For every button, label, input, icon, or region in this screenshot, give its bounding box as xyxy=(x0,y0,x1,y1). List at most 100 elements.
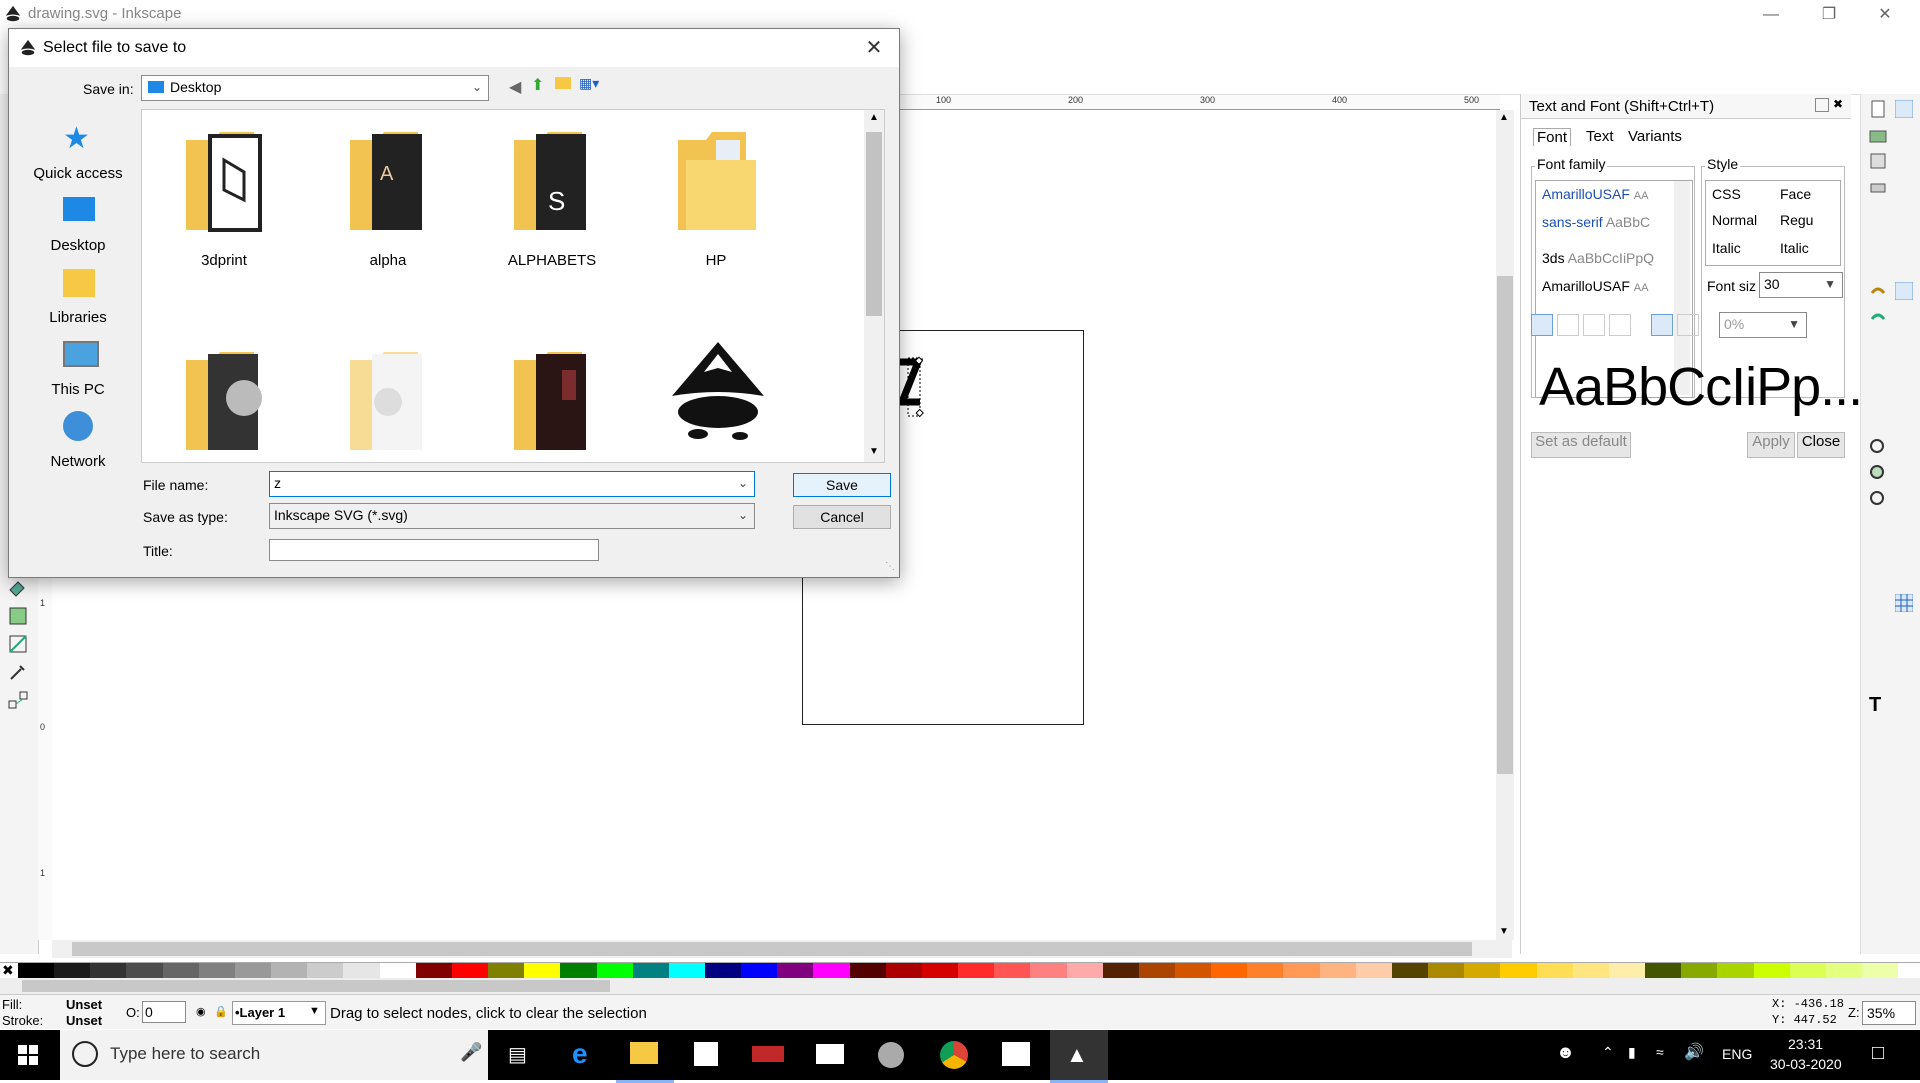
font-family-item[interactable]: sans-serif AaBbC xyxy=(1542,209,1650,235)
folder-item[interactable]: A alpha xyxy=(318,120,458,290)
palette-swatch[interactable] xyxy=(162,963,199,979)
palette-swatch[interactable] xyxy=(1608,963,1646,979)
file-list[interactable]: 3dprint A alpha S ALPHABETS HP ▲ ▼ xyxy=(141,109,885,463)
text-tool-icon[interactable]: T xyxy=(1869,694,1881,717)
taskbar-file-explorer[interactable] xyxy=(616,1030,674,1083)
battery-icon[interactable]: ▮ xyxy=(1628,1044,1636,1061)
palette-swatch[interactable] xyxy=(596,963,633,979)
taskbar-search-box[interactable]: Type here to search 🎤 xyxy=(60,1030,488,1080)
palette-swatch[interactable] xyxy=(90,963,127,979)
scroll-down-icon[interactable]: ▼ xyxy=(1499,926,1509,937)
scroll-up-icon[interactable]: ▲ xyxy=(1499,112,1509,123)
notifications-icon[interactable]: □ xyxy=(1872,1042,1884,1065)
clock-date[interactable]: 30-03-2020 xyxy=(1770,1056,1842,1072)
title-input[interactable] xyxy=(269,539,599,561)
palette-swatch[interactable] xyxy=(560,963,597,979)
undo-icon[interactable] xyxy=(1869,284,1887,302)
save-button[interactable]: Save xyxy=(793,473,891,497)
fill-value[interactable]: Unset xyxy=(66,997,102,1012)
zoom-drawing-icon[interactable] xyxy=(1869,464,1887,482)
palette-swatch[interactable] xyxy=(1138,963,1175,979)
palette-swatch[interactable] xyxy=(451,963,489,979)
palette-swatch[interactable] xyxy=(668,963,705,979)
scrollbar-thumb[interactable] xyxy=(1497,276,1513,774)
tab-variants[interactable]: Variants xyxy=(1625,128,1685,145)
open-folder-icon[interactable] xyxy=(1869,126,1887,144)
palette-swatch[interactable] xyxy=(1572,963,1609,979)
chevron-up-icon[interactable]: ⌃ xyxy=(1602,1044,1614,1061)
zoom-page-icon[interactable] xyxy=(1869,490,1887,508)
taskbar-chrome[interactable] xyxy=(926,1030,984,1080)
palette-swatch[interactable] xyxy=(1355,963,1392,979)
taskbar-photos[interactable] xyxy=(988,1030,1046,1080)
new-document-icon[interactable] xyxy=(1869,100,1887,118)
file-name-value[interactable]: z xyxy=(274,475,281,491)
view-menu-icon[interactable]: ▦▾ xyxy=(579,75,599,92)
canvas-vertical-scrollbar[interactable]: ▲ ▼ xyxy=(1496,110,1514,940)
horizontal-text-icon[interactable] xyxy=(1651,314,1673,336)
language-indicator[interactable]: ENG xyxy=(1722,1046,1752,1062)
palette-swatch[interactable] xyxy=(18,963,55,979)
palette-swatch[interactable] xyxy=(1319,963,1356,979)
style-item[interactable]: Normal Regu xyxy=(1712,207,1813,233)
palette-swatch[interactable] xyxy=(1861,963,1899,979)
palette-swatch[interactable] xyxy=(1247,963,1284,979)
tab-text[interactable]: Text xyxy=(1583,128,1617,145)
style-item[interactable]: Italic Italic xyxy=(1712,235,1809,261)
zoom-field[interactable]: 35% xyxy=(1862,1001,1916,1025)
close-window-button[interactable]: ✕ xyxy=(1862,0,1908,30)
palette-swatch[interactable] xyxy=(1102,963,1139,979)
palette-swatch[interactable] xyxy=(704,963,742,979)
taskbar-inkscape[interactable]: ▲ xyxy=(1050,1030,1108,1083)
print-icon[interactable] xyxy=(1869,178,1887,196)
palette-swatch[interactable] xyxy=(1428,963,1465,979)
align-left-icon[interactable] xyxy=(1531,314,1553,336)
tab-font[interactable]: Font xyxy=(1533,128,1572,146)
palette-swatch[interactable] xyxy=(777,963,814,979)
resize-grip-icon[interactable]: ⋱ xyxy=(885,561,895,572)
palette-swatch[interactable] xyxy=(198,963,235,979)
palette-swatch[interactable] xyxy=(741,963,778,979)
volume-icon[interactable]: 🔊 xyxy=(1684,1042,1704,1062)
place-quick-access[interactable]: ★ Quick access xyxy=(13,121,143,193)
close-panel-button[interactable]: Close xyxy=(1797,432,1845,458)
redo-icon[interactable] xyxy=(1869,310,1887,328)
palette-swatch[interactable] xyxy=(343,963,380,979)
palette-swatch[interactable] xyxy=(994,963,1031,979)
panel-float-icon[interactable] xyxy=(1815,98,1829,112)
palette-swatch[interactable] xyxy=(1789,963,1826,979)
snap-nodes-icon[interactable] xyxy=(1895,282,1913,300)
microphone-icon[interactable]: 🎤 xyxy=(460,1042,482,1063)
zoom-selection-icon[interactable] xyxy=(1869,438,1887,456)
folder-item[interactable]: 3dprint xyxy=(154,120,294,290)
palette-swatch[interactable] xyxy=(885,963,922,979)
palette-swatch[interactable] xyxy=(813,963,850,979)
clock-time[interactable]: 23:31 xyxy=(1788,1036,1823,1052)
palette-swatch[interactable] xyxy=(1536,963,1573,979)
font-family-item[interactable]: 3ds AaBbCcIiPpQ xyxy=(1542,245,1654,271)
wifi-icon[interactable]: ≈ xyxy=(1656,1044,1664,1060)
palette-swatch[interactable] xyxy=(126,963,163,979)
font-family-item[interactable]: AmarilloUSAF AA xyxy=(1542,273,1648,299)
line-spacing-combo[interactable]: 0% ▼ xyxy=(1719,312,1807,338)
file-name-combo[interactable]: z ⌄ xyxy=(269,471,755,497)
taskbar-edge[interactable]: e xyxy=(556,1030,614,1080)
palette-swatch[interactable] xyxy=(1825,963,1862,979)
palette-swatch[interactable] xyxy=(488,963,525,979)
align-center-icon[interactable] xyxy=(1557,314,1579,336)
scroll-down-icon[interactable]: ▼ xyxy=(869,446,879,457)
task-view-icon[interactable]: ▤ xyxy=(508,1042,527,1067)
snap-toggle-icon[interactable] xyxy=(1895,100,1913,118)
font-size-combo[interactable]: 30 ▼ xyxy=(1759,272,1843,298)
place-libraries[interactable]: Libraries xyxy=(13,265,143,337)
palette-scrollbar[interactable] xyxy=(0,978,1920,994)
taskbar-mail[interactable] xyxy=(802,1030,860,1080)
palette-swatch[interactable] xyxy=(271,963,308,979)
palette-swatch[interactable] xyxy=(921,963,959,979)
palette-swatch[interactable] xyxy=(958,963,995,979)
justify-icon[interactable] xyxy=(1609,314,1631,336)
windows-start-icon[interactable] xyxy=(18,1045,38,1065)
set-as-default-button[interactable]: Set as default xyxy=(1531,432,1631,458)
minimize-button[interactable]: — xyxy=(1748,0,1794,30)
file-list-scrollbar[interactable]: ▲ ▼ xyxy=(864,110,884,462)
